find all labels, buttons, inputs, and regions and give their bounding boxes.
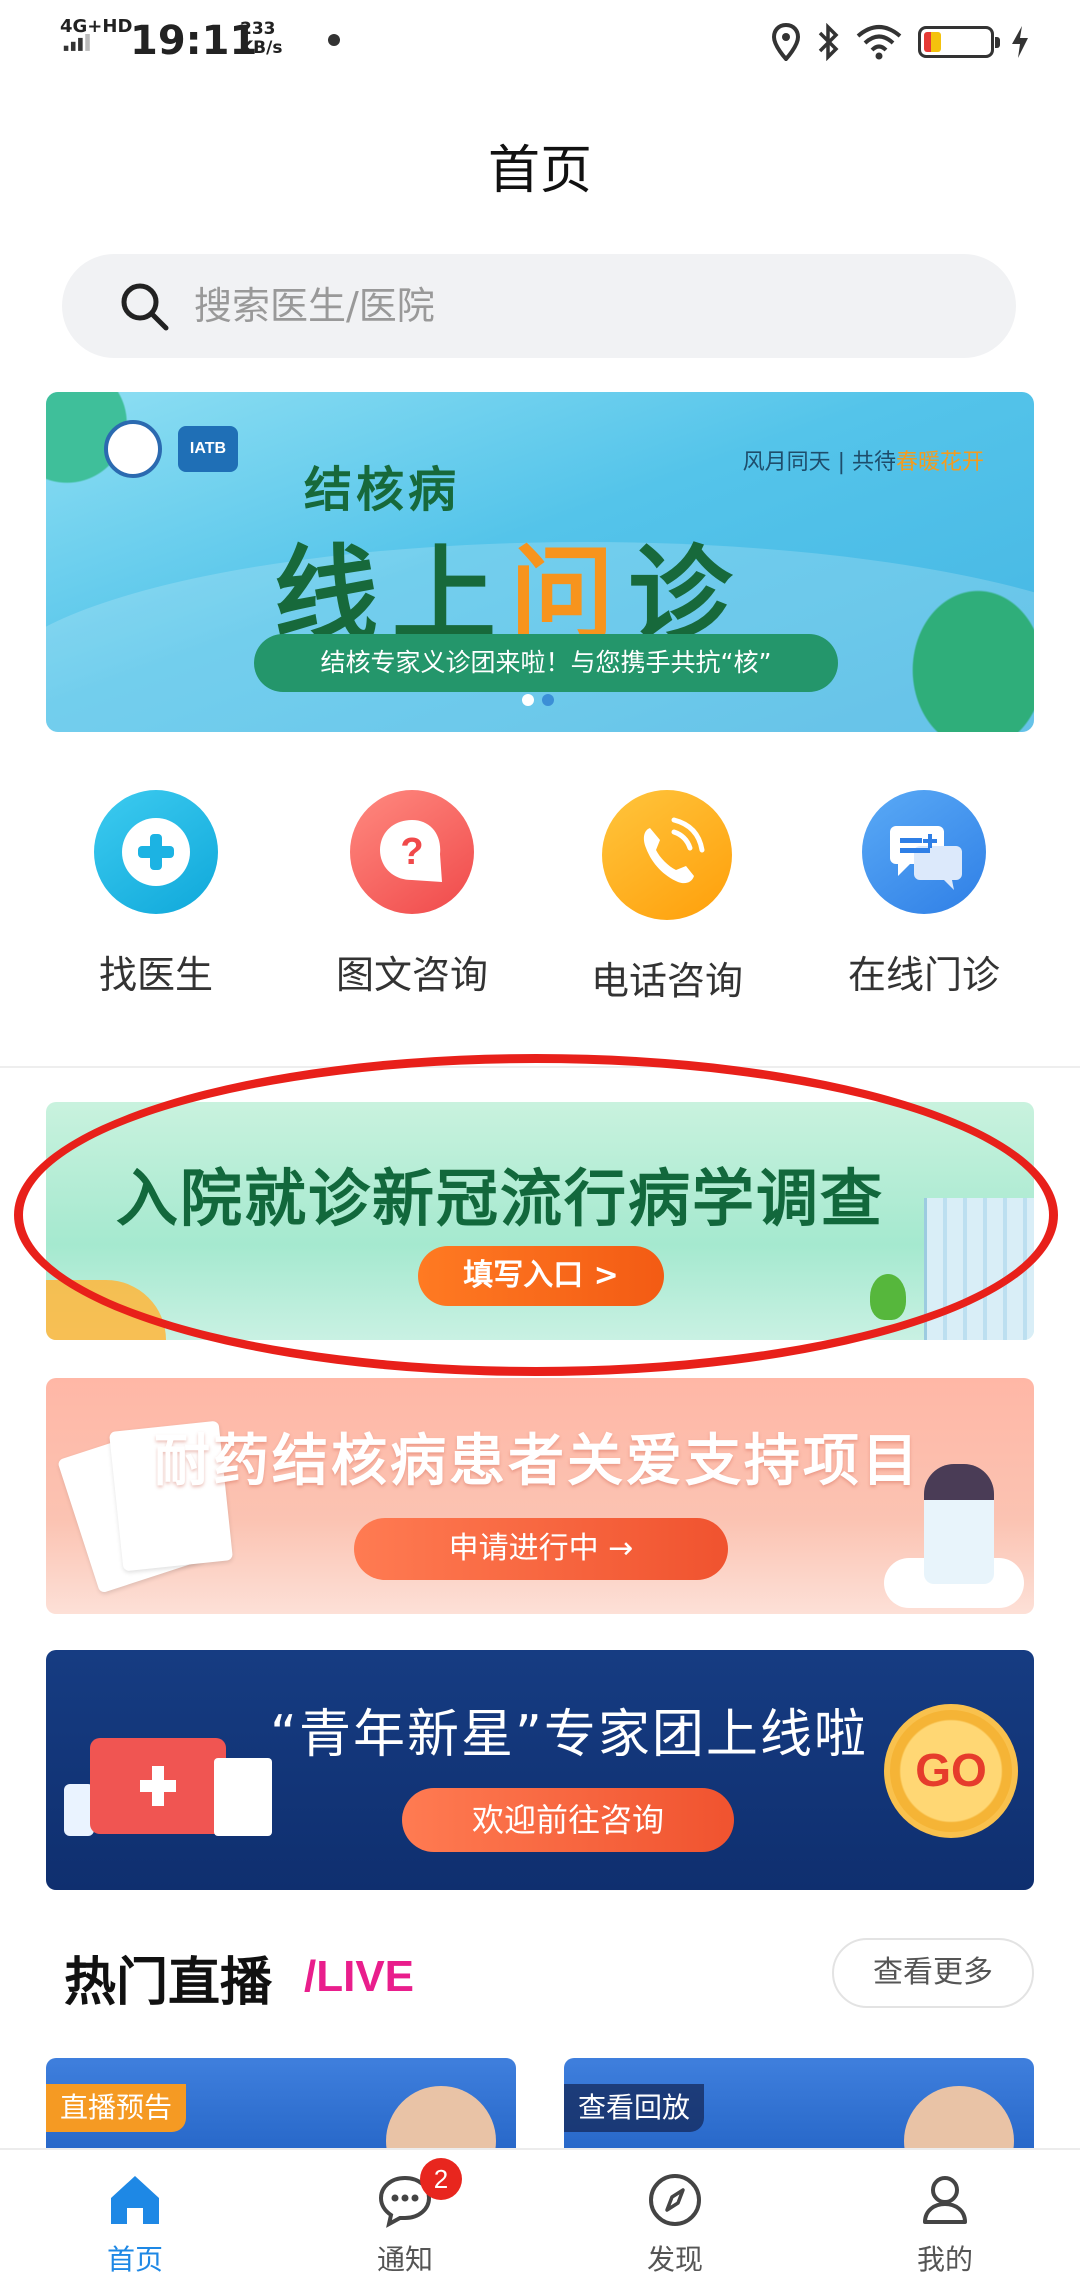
covid-epidemiology-survey-banner[interactable]: 入院就诊新冠流行病学调查 填写入口 > — [46, 1102, 1034, 1340]
nav-label: 通知 — [376, 2243, 433, 2276]
phone-icon — [602, 790, 732, 920]
quick-action-label: 找医生 — [98, 953, 213, 997]
nav-label: 首页 — [106, 2243, 163, 2276]
battery-icon — [918, 26, 1000, 58]
carousel-dot — [542, 694, 554, 706]
compass-icon — [649, 2174, 701, 2226]
quick-actions: 找医生 ? 图文咨询 电话咨询 在线门诊 — [0, 790, 1080, 1010]
question-bubble-icon: ? — [350, 790, 474, 914]
search-input[interactable] — [194, 254, 974, 358]
tb-online-consultation-banner[interactable]: IATB 风月同天 | 共待春暖花开 结核病 线上问诊 结核专家义诊团来啦！与您… — [46, 392, 1034, 732]
wifi-icon — [856, 25, 902, 60]
live-card[interactable]: 直播预告 — [46, 2058, 516, 2150]
nav-discover[interactable]: 发现 — [540, 2150, 810, 2280]
nav-notifications[interactable]: 2 通知 — [270, 2150, 540, 2280]
view-more-button[interactable]: 查看更多 — [832, 1938, 1034, 2008]
go-badge[interactable]: GO — [884, 1704, 1018, 1838]
medical-kit-icon — [90, 1738, 226, 1834]
signal-icon — [63, 34, 90, 51]
charging-icon — [1012, 26, 1028, 58]
banner-slogan: 风月同天 | 共待春暖花开 — [743, 444, 984, 476]
chat-bubbles-icon — [862, 790, 986, 914]
doctor-portrait — [386, 2086, 496, 2150]
quick-action-phone-consult[interactable]: 电话咨询 — [557, 790, 777, 1005]
survey-fill-button[interactable]: 填写入口 > — [418, 1246, 664, 1306]
leaf-decoration — [864, 532, 1034, 732]
young-expert-team-banner[interactable]: “青年新星”专家团上线啦 欢迎前往咨询 GO — [46, 1650, 1034, 1890]
notification-count-badge: 2 — [420, 2158, 462, 2200]
quick-action-label: 图文咨询 — [335, 953, 488, 997]
iatb-logo: IATB — [178, 426, 238, 472]
nav-label: 我的 — [916, 2243, 973, 2276]
carousel-indicator — [522, 694, 554, 706]
status-bar: 4G+HD 19:11 233 KB/s — [0, 0, 1080, 84]
live-preview-tag: 直播预告 — [46, 2084, 187, 2132]
bluetooth-icon — [818, 23, 839, 61]
live-section-subtitle: /LIVE — [304, 1952, 415, 2001]
network-speed-unit: KB/s — [240, 38, 283, 58]
woman-illustration — [924, 1464, 994, 1584]
status-icons — [772, 18, 1030, 66]
banner-pill-text: 结核专家义诊团来啦！与您携手共抗“核” — [254, 634, 838, 692]
clock: 19:11 — [130, 18, 258, 64]
notification-dot — [328, 34, 340, 46]
location-icon — [772, 23, 800, 61]
quick-action-label: 在线门诊 — [847, 953, 1000, 997]
network-speed: 233 KB/s — [240, 20, 282, 58]
home-icon — [111, 2176, 159, 2224]
carousel-dot-active — [522, 694, 534, 706]
search-bar[interactable] — [62, 254, 1016, 358]
survey-banner-title: 入院就诊新冠流行病学调查 — [116, 1162, 885, 1235]
clipboard-illustration — [214, 1758, 272, 1836]
nav-home[interactable]: 首页 — [0, 2150, 270, 2280]
drug-resistant-tb-support-banner[interactable]: 耐药结核病患者关爱支持项目 申请进行中 → — [46, 1378, 1034, 1614]
banner-slogan-prefix: 风月同天 | 共待 — [742, 450, 896, 475]
page-title: 首页 — [487, 141, 592, 201]
network-speed-value: 233 — [240, 19, 276, 39]
live-replay-tag: 查看回放 — [564, 2084, 705, 2132]
quick-action-online-clinic[interactable]: 在线门诊 — [814, 790, 1034, 999]
quick-action-find-doctor[interactable]: 找医生 — [46, 790, 266, 999]
section-divider — [0, 1066, 1080, 1068]
svg-text:?: ? — [400, 831, 423, 873]
quick-action-label: 电话咨询 — [590, 959, 743, 1003]
user-icon — [923, 2176, 967, 2224]
plus-icon — [94, 790, 218, 914]
tb-banner-title: 耐药结核病患者关爱支持项目 — [154, 1429, 921, 1494]
quick-action-text-consult[interactable]: ? 图文咨询 — [302, 790, 522, 999]
banner-decoration — [46, 1280, 166, 1340]
live-card[interactable]: 查看回放 — [564, 2058, 1034, 2150]
bottom-navigation: 首页 2 通知 发现 我的 — [0, 2148, 1080, 2280]
banner-slogan-highlight: 春暖花开 — [895, 450, 984, 475]
nav-profile[interactable]: 我的 — [810, 2150, 1080, 2280]
expert-consult-button[interactable]: 欢迎前往咨询 — [402, 1788, 734, 1852]
association-logo — [104, 420, 162, 478]
search-icon — [121, 283, 169, 331]
expert-banner-title: “青年新星”专家团上线啦 — [270, 1705, 868, 1765]
nav-label: 发现 — [646, 2243, 703, 2276]
doctor-portrait — [904, 2086, 1014, 2150]
tree-illustration — [870, 1274, 906, 1320]
tb-apply-button[interactable]: 申请进行中 → — [354, 1518, 728, 1580]
hospital-building-illustration — [924, 1198, 1034, 1340]
live-section-title: 热门直播 — [64, 1953, 273, 2013]
